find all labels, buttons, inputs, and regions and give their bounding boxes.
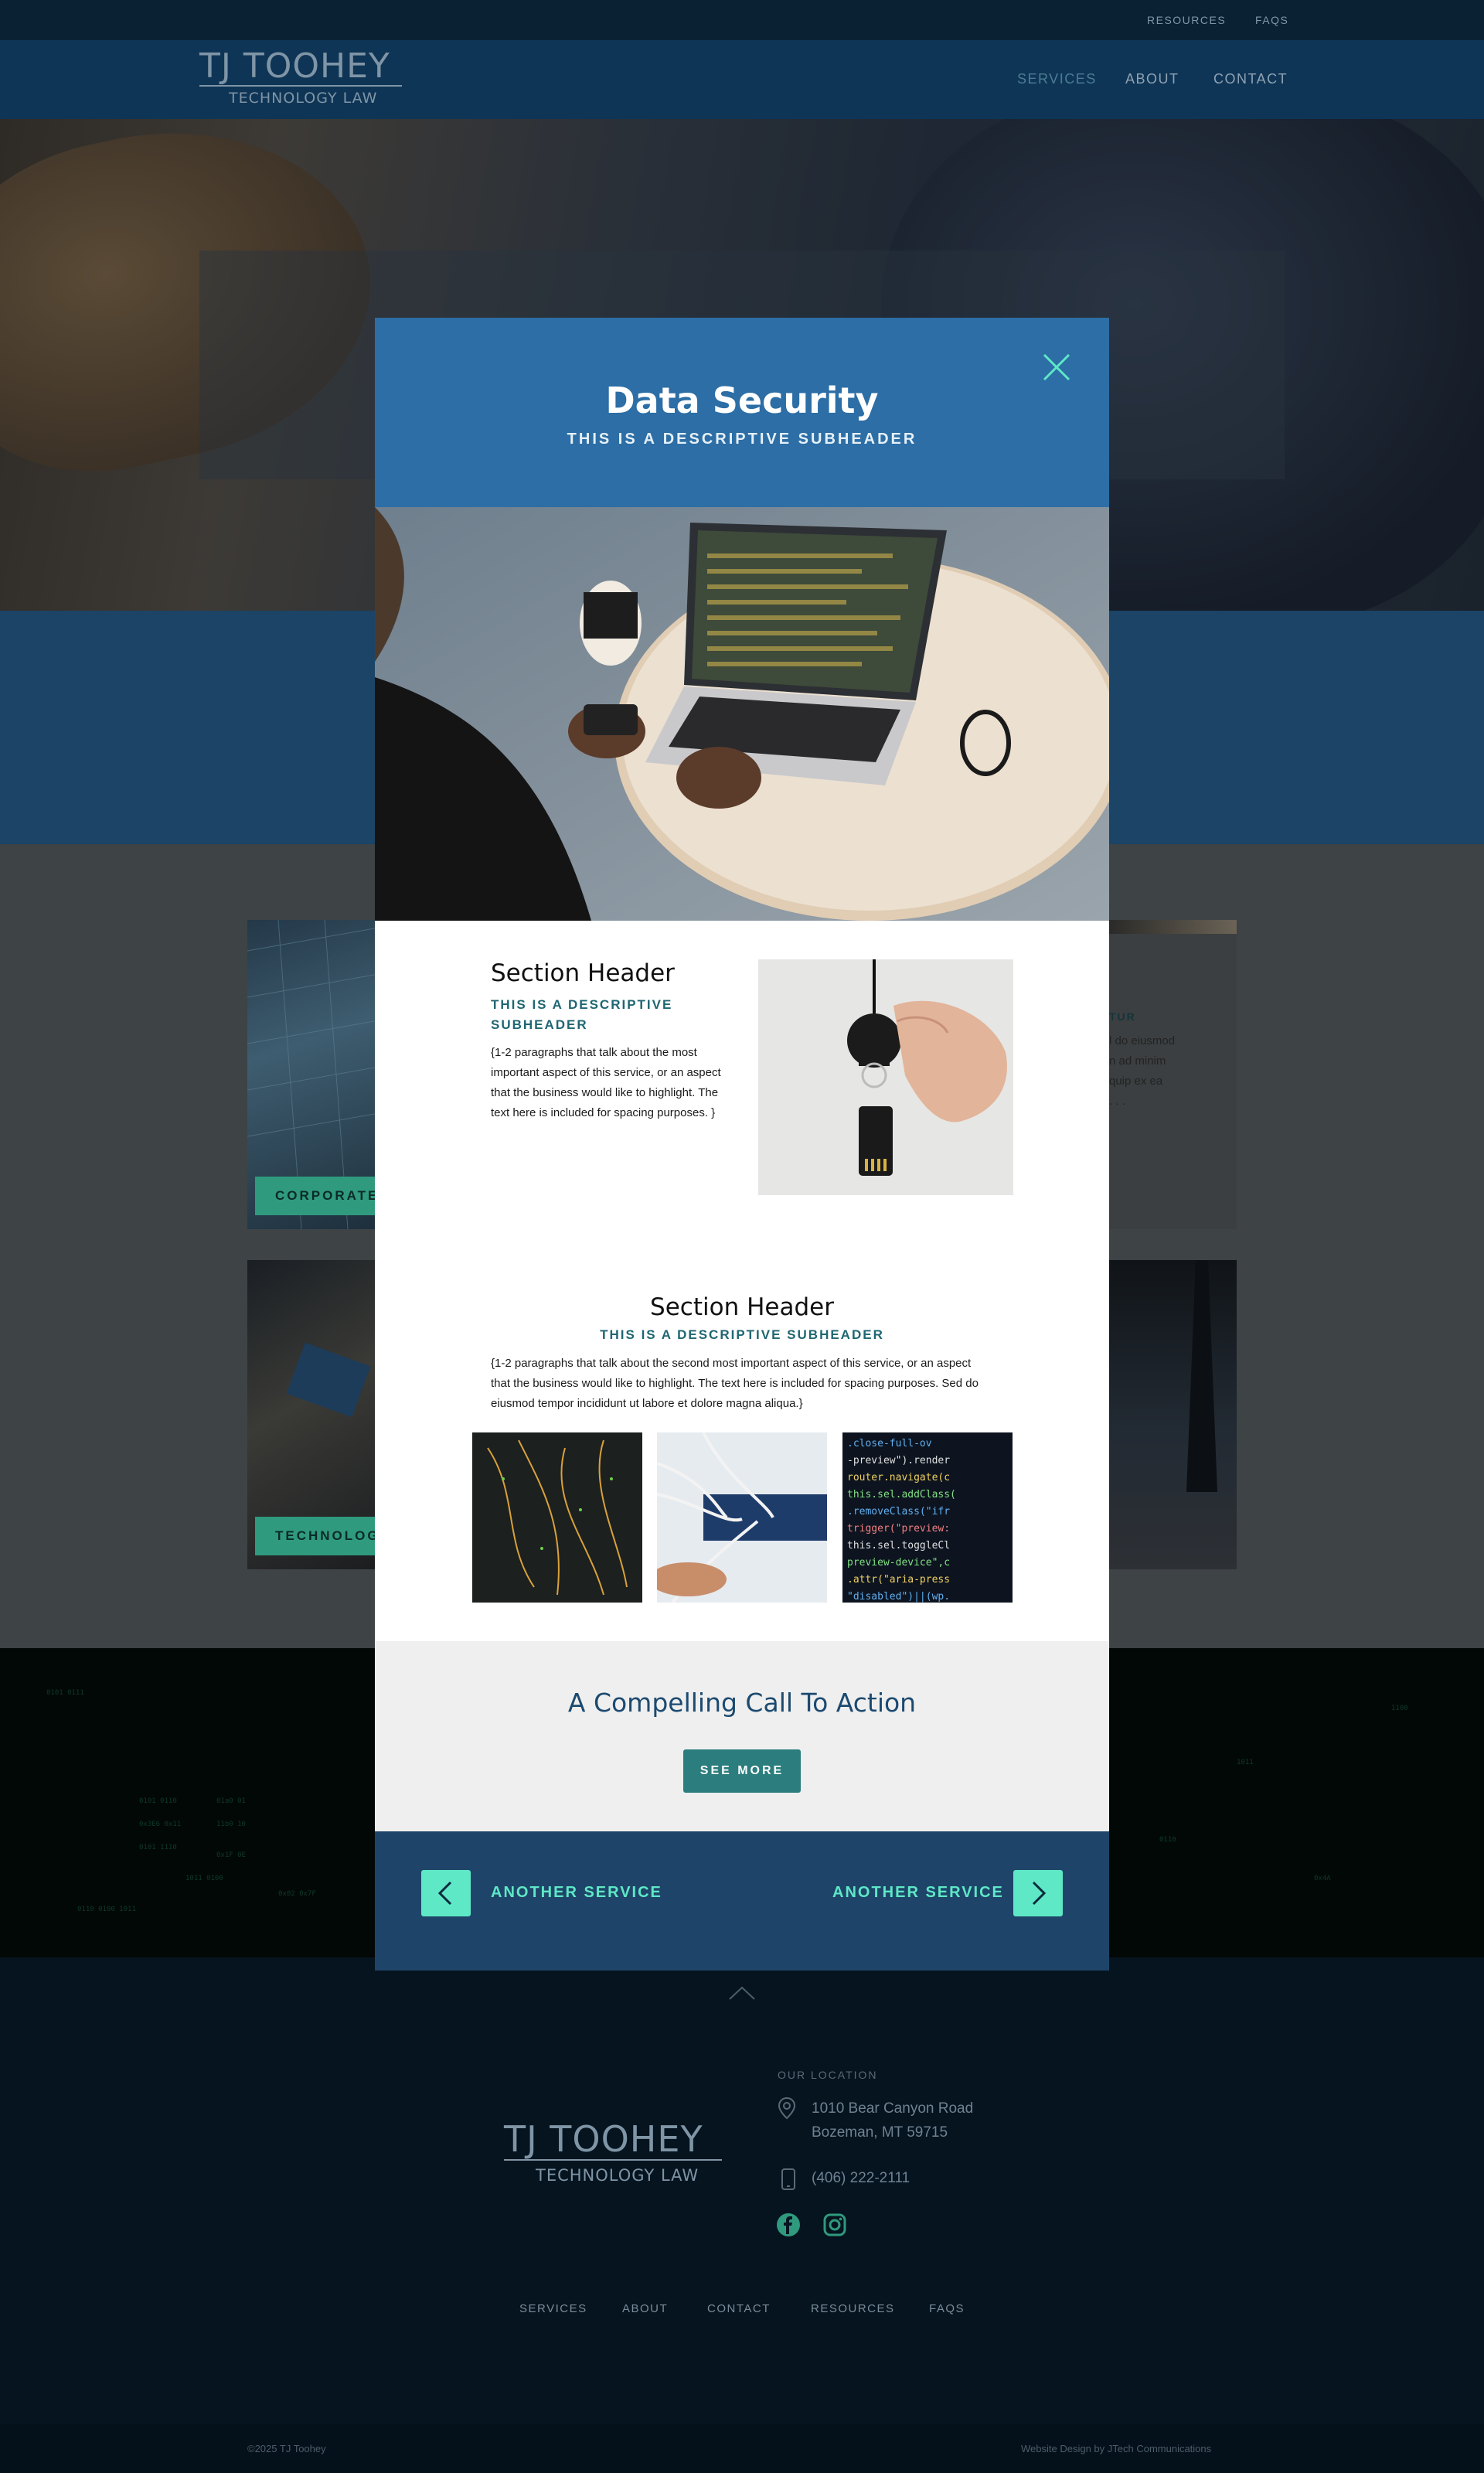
code-screen-illustration: .close-full-ov -preview").render router.… xyxy=(842,1432,1013,1603)
map-pin-icon xyxy=(778,2097,796,2120)
logo-divider xyxy=(199,85,402,87)
svg-text:1011: 1011 xyxy=(1237,1759,1254,1766)
svg-text:0101 0110: 0101 0110 xyxy=(139,1797,177,1805)
card-right-line-3: quip ex ea xyxy=(1109,1075,1163,1088)
previous-service-label[interactable]: ANOTHER SERVICE xyxy=(491,1884,662,1902)
modal-subheader: THIS IS A DESCRIPTIVE SUBHEADER xyxy=(567,431,917,448)
svg-text:0x02 0x7F: 0x02 0x7F xyxy=(278,1890,316,1898)
usb-key-illustration xyxy=(758,959,1013,1195)
service-modal: Data Security THIS IS A DESCRIPTIVE SUBH… xyxy=(375,318,1109,1971)
phone-number[interactable]: (406) 222-2111 xyxy=(812,2166,910,2190)
footer-nav-contact[interactable]: CONTACT xyxy=(707,2302,771,2315)
svg-text:0110: 0110 xyxy=(1159,1836,1176,1844)
address-line-1: 1010 Bear Canyon Road xyxy=(812,2100,974,2117)
svg-text:0101 1110: 0101 1110 xyxy=(139,1844,177,1851)
svg-text:-preview").render: -preview").render xyxy=(847,1455,950,1466)
svg-text:preview-device",c: preview-device",c xyxy=(847,1557,950,1569)
source-code-photo: .close-full-ov -preview").render router.… xyxy=(842,1432,1013,1603)
cta-title: A Compelling Call To Action xyxy=(567,1688,917,1718)
next-service-button[interactable] xyxy=(1013,1870,1063,1916)
nav-about[interactable]: ABOUT xyxy=(1125,71,1179,87)
footer-nav-about[interactable]: ABOUT xyxy=(622,2302,668,2315)
copyright-text: ©2025 TJ Toohey xyxy=(247,2443,326,2454)
section2-subheader: THIS IS A DESCRIPTIVE SUBHEADER xyxy=(600,1327,884,1342)
svg-text:this.sel.addClass(: this.sel.addClass( xyxy=(847,1489,956,1500)
footer-logo-wordmark: TJ TOOHEY xyxy=(504,2118,703,2160)
footer-nav-services[interactable]: SERVICES xyxy=(519,2302,587,2315)
svg-text:trigger("preview:: trigger("preview: xyxy=(847,1523,950,1535)
tablet-graphic xyxy=(286,1342,371,1418)
svg-text:this.sel.toggleCl: this.sel.toggleCl xyxy=(847,1540,950,1552)
svg-text:.close-full-ov: .close-full-ov xyxy=(847,1438,932,1449)
modal-title: Data Security xyxy=(605,380,879,421)
chevron-right-icon xyxy=(1032,1881,1047,1906)
site-header: TJ TOOHEY TECHNOLOGY LAW SERVICES ABOUT … xyxy=(0,40,1484,119)
section1-subheader: THIS IS A DESCRIPTIVE SUBHEADER xyxy=(491,997,673,1032)
section1-header: Section Header xyxy=(491,959,675,987)
footer-logo-divider xyxy=(504,2159,722,2161)
logo-wordmark: TJ TOOHEY xyxy=(199,46,390,86)
back-to-top-icon[interactable] xyxy=(728,1985,756,2001)
svg-text:0101 0111: 0101 0111 xyxy=(46,1689,84,1697)
chevron-left-icon xyxy=(437,1881,452,1906)
footer-logo-tagline: TECHNOLOGY LAW xyxy=(536,2166,699,2185)
location-label: OUR LOCATION xyxy=(778,2069,878,2081)
svg-text:.attr("aria-press: .attr("aria-press xyxy=(847,1574,950,1586)
network-switch-photo xyxy=(657,1432,827,1603)
svg-text:0x4A: 0x4A xyxy=(1314,1875,1331,1882)
card-right-line-4: . . . xyxy=(1109,1095,1125,1108)
svg-text:01a0 01: 01a0 01 xyxy=(216,1797,246,1805)
footer-nav-faqs[interactable]: FAQS xyxy=(929,2302,965,2315)
svg-text:0x1F 0E: 0x1F 0E xyxy=(216,1851,246,1859)
footer-nav-resources[interactable]: RESOURCES xyxy=(811,2302,895,2315)
svg-text:0x3E6 0x11: 0x3E6 0x11 xyxy=(139,1821,181,1828)
modal-header: Data Security THIS IS A DESCRIPTIVE SUBH… xyxy=(375,318,1109,507)
faqs-link[interactable]: FAQS xyxy=(1255,14,1288,26)
network-cables-illustration xyxy=(657,1432,827,1603)
close-icon[interactable] xyxy=(1042,353,1071,382)
site-footer xyxy=(0,1957,1484,2473)
security-key-photo xyxy=(758,959,1013,1195)
design-credit[interactable]: Website Design by JTech Communications xyxy=(1021,2443,1211,2454)
laptop-desk-illustration xyxy=(375,507,1109,921)
card-text-panel-right: TUR l do eiusmod n ad minim quip ex ea .… xyxy=(1109,920,1237,1229)
svg-text:1100: 1100 xyxy=(1391,1705,1408,1712)
svg-text:.removeClass("ifr: .removeClass("ifr xyxy=(847,1506,950,1518)
instagram-icon[interactable] xyxy=(822,2212,847,2237)
utility-bar: RESOURCES FAQS xyxy=(0,0,1484,40)
section2-body: {1-2 paragraphs that talk about the seco… xyxy=(491,1357,979,1410)
modal-hero-photo xyxy=(375,507,1109,921)
service-navigation: ANOTHER SERVICE ANOTHER SERVICE xyxy=(375,1831,1109,1971)
nav-services[interactable]: SERVICES xyxy=(1017,71,1097,87)
svg-text:0110 0100 1011: 0110 0100 1011 xyxy=(77,1906,136,1913)
see-more-button[interactable]: SEE MORE xyxy=(683,1749,801,1793)
call-to-action: A Compelling Call To Action SEE MORE xyxy=(375,1641,1109,1831)
card-right-subhead: TUR xyxy=(1109,1010,1136,1023)
card-top-strip xyxy=(1109,920,1237,934)
server-cables-illustration xyxy=(472,1432,642,1603)
logo-tagline: TECHNOLOGY LAW xyxy=(229,90,378,107)
address-line-2: Bozeman, MT 59715 xyxy=(812,2124,948,2141)
svg-text:11b0 10: 11b0 10 xyxy=(216,1821,246,1828)
nav-contact[interactable]: CONTACT xyxy=(1213,71,1288,87)
previous-service-button[interactable] xyxy=(421,1870,471,1916)
svg-text:router.navigate(c: router.navigate(c xyxy=(847,1472,950,1483)
server-rack-photo xyxy=(472,1432,642,1603)
copyright-bar: ©2025 TJ Toohey Website Design by JTech … xyxy=(0,2424,1484,2473)
next-service-label[interactable]: ANOTHER SERVICE xyxy=(832,1884,1004,1902)
section1-body: {1-2 paragraphs that talk about the most… xyxy=(491,1046,721,1119)
svg-text:"disabled")||(wp.: "disabled")||(wp. xyxy=(847,1591,950,1603)
card-right-line-1: l do eiusmod xyxy=(1109,1034,1176,1047)
section2-header: Section Header xyxy=(650,1293,834,1321)
facebook-icon[interactable] xyxy=(776,2212,801,2237)
resources-link[interactable]: RESOURCES xyxy=(1147,14,1226,26)
phone-icon xyxy=(781,2168,795,2190)
card-image-right-bottom[interactable] xyxy=(1109,1260,1237,1569)
necktie-graphic xyxy=(1186,1260,1217,1492)
card-right-line-2: n ad minim xyxy=(1109,1054,1166,1068)
svg-text:1011 0100: 1011 0100 xyxy=(186,1875,223,1882)
